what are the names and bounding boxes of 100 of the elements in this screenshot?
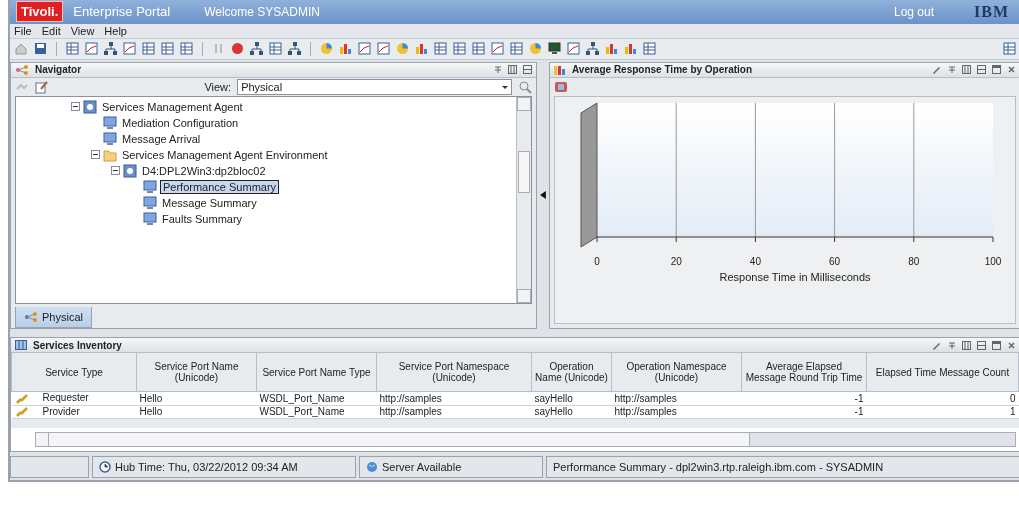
menu-item[interactable]: View <box>70 24 95 37</box>
table-icon[interactable] <box>642 41 657 57</box>
status-text: Hub Time: Thu, 03/22/2012 09:34 AM <box>115 461 298 474</box>
bar-chart-icon <box>554 64 566 75</box>
view-dropdown[interactable]: Physical <box>237 78 513 95</box>
folder-icon <box>103 147 117 162</box>
app-title: Enterprise Portal <box>73 4 171 20</box>
column-header[interactable]: Service Type <box>11 353 137 392</box>
table-icon[interactable] <box>471 41 486 57</box>
pie-chart-icon[interactable] <box>395 41 410 57</box>
split-horizontal-icon[interactable] <box>977 65 986 74</box>
column-header[interactable]: Operation Namespace (Unicode) <box>611 353 742 392</box>
table-icon[interactable] <box>160 41 175 57</box>
monitor-icon[interactable] <box>547 41 562 57</box>
network-icon[interactable] <box>103 41 118 57</box>
pencil-icon[interactable] <box>932 340 941 350</box>
tab[interactable]: Physical <box>15 307 92 329</box>
line-chart-icon[interactable] <box>357 41 372 57</box>
tick-label: 20 <box>670 255 682 267</box>
axis-title: Response Time in Milliseconds <box>719 270 871 283</box>
collapse-icon[interactable] <box>91 150 100 159</box>
tivoli-logo: Tivoli. <box>16 1 64 23</box>
scrollbar[interactable] <box>35 432 1016 448</box>
split-vertical-icon[interactable] <box>962 340 971 350</box>
network-icon[interactable] <box>287 41 302 57</box>
ibm-logo: IBM <box>974 2 1009 21</box>
split-horizontal-icon[interactable] <box>523 65 533 74</box>
table-icon[interactable] <box>268 41 283 57</box>
tick-label: 80 <box>908 255 920 267</box>
menu-item[interactable]: Help <box>104 24 127 37</box>
welcome-text: Welcome SYSADMIN <box>204 4 320 19</box>
pencil-icon[interactable] <box>932 65 941 74</box>
close-icon[interactable] <box>1007 65 1016 74</box>
pin-icon[interactable] <box>947 340 956 350</box>
line-chart-icon[interactable] <box>490 41 505 57</box>
tree-item[interactable]: Services Management Agent <box>100 100 245 113</box>
collapse-icon[interactable] <box>111 166 120 175</box>
tick-label: 100 <box>984 255 1002 267</box>
monitor-icon <box>143 195 157 210</box>
tree-icon <box>24 312 38 323</box>
column-header[interactable]: Service Port Namespace (Unicode) <box>376 353 532 392</box>
save-icon[interactable] <box>33 41 48 57</box>
bar-chart-icon[interactable] <box>604 41 619 57</box>
panel-title: Navigator <box>35 64 83 75</box>
menu-item[interactable]: Edit <box>41 24 61 37</box>
window-icon[interactable] <box>1002 41 1017 57</box>
line-chart-icon[interactable] <box>122 41 137 57</box>
tree-item[interactable]: Services Management Agent Environment <box>120 148 330 161</box>
tree-item[interactable]: Mediation Configuration <box>120 116 241 129</box>
maximize-icon[interactable] <box>992 340 1001 350</box>
bar-chart-icon[interactable] <box>623 41 638 57</box>
column-header[interactable]: Operation Name (Unicode) <box>531 353 612 392</box>
column-header[interactable]: Service Port Name (Unicode) <box>136 353 257 392</box>
collapse-icon[interactable] <box>71 102 80 111</box>
view-label: View: <box>204 80 232 93</box>
tree-item[interactable]: Faults Summary <box>160 212 245 225</box>
pie-chart-icon[interactable] <box>319 41 334 57</box>
menu-item[interactable]: File <box>14 24 32 37</box>
tree-item[interactable]: Message Summary <box>160 196 259 209</box>
line-chart-icon[interactable] <box>376 41 391 57</box>
line-chart-icon[interactable] <box>566 41 581 57</box>
tree-item[interactable]: D4:DPL2Win3:dp2bloc02 <box>140 164 268 177</box>
network-icon[interactable] <box>249 41 264 57</box>
close-icon[interactable] <box>1007 340 1016 350</box>
tick-label: 40 <box>749 255 761 267</box>
bar-chart-icon[interactable] <box>338 41 353 57</box>
panel-title: Average Response Time by Operation <box>572 64 754 75</box>
split-horizontal-icon[interactable] <box>977 340 986 350</box>
table-icon[interactable] <box>452 41 467 57</box>
line-chart-icon[interactable] <box>84 41 99 57</box>
table-icon[interactable] <box>509 41 524 57</box>
table-icon[interactable] <box>179 41 194 57</box>
circle-icon[interactable] <box>230 41 245 57</box>
monitor-icon <box>143 179 157 194</box>
network-icon[interactable] <box>585 41 600 57</box>
column-header[interactable]: Average Elapsed Message Round Trip Time <box>741 353 867 392</box>
table-icon[interactable] <box>65 41 80 57</box>
chart-properties-icon[interactable] <box>554 80 568 93</box>
edit-icon[interactable] <box>35 79 49 94</box>
monitor-icon <box>103 115 117 130</box>
tick-label: 60 <box>829 255 841 267</box>
globe-icon <box>366 461 378 474</box>
status-text: Performance Summary - dpl2win3.rtp.raleigh.ibm.com - SYSADMIN <box>553 461 884 474</box>
clock-icon <box>99 461 111 474</box>
tree-item[interactable]: Message Arrival <box>120 132 203 145</box>
maximize-icon[interactable] <box>992 65 1001 74</box>
table-icon[interactable] <box>433 41 448 57</box>
split-vertical-icon[interactable] <box>962 65 971 74</box>
collapse-arrow-icon[interactable] <box>540 191 546 200</box>
column-header[interactable]: Service Port Name Type <box>256 353 377 392</box>
column-header[interactable]: Elapsed Time Message Count <box>866 353 1019 392</box>
pin-icon[interactable] <box>947 65 956 74</box>
pin-icon[interactable] <box>493 65 503 74</box>
split-vertical-icon[interactable] <box>508 65 518 74</box>
table-icon[interactable] <box>141 41 156 57</box>
search-icon[interactable] <box>518 79 533 94</box>
table-cell: Requester <box>42 392 89 404</box>
tree-item[interactable]: Performance Summary <box>160 179 280 194</box>
scrollbar[interactable] <box>516 96 532 304</box>
bar-chart-icon[interactable] <box>414 41 429 57</box>
